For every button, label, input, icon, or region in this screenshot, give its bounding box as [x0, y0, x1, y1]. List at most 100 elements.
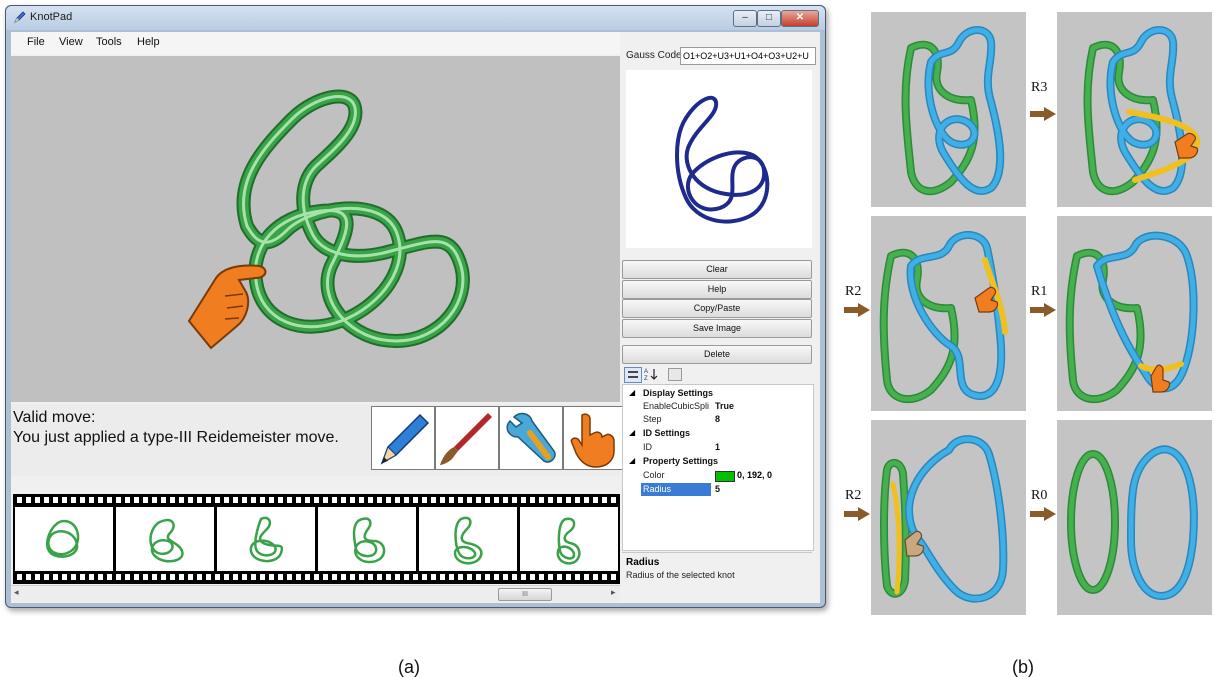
minimize-button[interactable]: –: [733, 10, 757, 27]
gauss-code-field[interactable]: O1+O2+U3+U1+O4+O3+U2+U: [680, 47, 816, 65]
sprocket-hole: [35, 497, 40, 503]
alphabetical-view-button[interactable]: AZ: [643, 367, 659, 382]
sprocket-hole: [557, 497, 562, 503]
sprocket-hole: [521, 574, 526, 580]
sprocket-hole: [314, 497, 319, 503]
property-name: Radius: [643, 484, 672, 494]
scroll-right-arrow[interactable]: ▸: [611, 587, 616, 598]
hand-tool-button[interactable]: [563, 406, 627, 470]
menu-file[interactable]: File: [27, 36, 45, 48]
pencil-tool-button[interactable]: [371, 406, 435, 470]
close-button[interactable]: ✕: [781, 10, 819, 27]
menu-tools[interactable]: Tools: [96, 36, 122, 48]
property-row-radius[interactable]: Radius 5: [623, 483, 813, 497]
sprocket-hole: [53, 497, 58, 503]
sprocket-hole: [575, 497, 580, 503]
categorized-view-button[interactable]: [624, 367, 642, 383]
category-label: Property Settings: [643, 456, 719, 466]
category-property-settings[interactable]: ◢ Property Settings: [623, 456, 813, 469]
sprocket-hole: [179, 574, 184, 580]
knot-state-6: [1067, 445, 1198, 600]
sprocket-hole: [431, 497, 436, 503]
scroll-left-arrow[interactable]: ◂: [14, 587, 19, 598]
sprocket-hole: [476, 497, 481, 503]
help-button[interactable]: Help: [622, 280, 812, 299]
category-id-settings[interactable]: ◢ ID Settings: [623, 428, 813, 441]
sprocket-hole: [332, 574, 337, 580]
save-image-button[interactable]: Save Image: [622, 319, 812, 338]
sprocket-hole: [53, 574, 58, 580]
sprocket-hole: [89, 497, 94, 503]
sprocket-hole: [548, 574, 553, 580]
caption-a: (a): [398, 657, 420, 677]
sprocket-hole: [44, 497, 49, 503]
property-pages-button[interactable]: [668, 368, 682, 381]
menu-help[interactable]: Help: [137, 36, 160, 48]
pencil-app-icon: [14, 11, 26, 23]
property-value[interactable]: 5: [715, 484, 720, 494]
category-display-settings[interactable]: ◢ Display Settings: [623, 388, 813, 401]
history-frame-6[interactable]: [520, 507, 618, 571]
color-swatch[interactable]: [715, 471, 735, 482]
brush-tool-button[interactable]: [435, 406, 499, 470]
property-row-color[interactable]: Color 0, 192, 0: [623, 470, 813, 483]
collapse-triangle-icon[interactable]: ◢: [629, 428, 635, 437]
sprocket-hole: [323, 497, 328, 503]
property-value[interactable]: 0, 192, 0: [737, 470, 772, 480]
sprocket-hole: [80, 574, 85, 580]
scroll-thumb[interactable]: III: [498, 588, 552, 601]
knot-thumbnail: [149, 518, 184, 563]
pencil-icon: [380, 413, 430, 465]
copy-paste-button[interactable]: Copy/Paste: [622, 299, 812, 318]
sprocket-hole: [566, 497, 571, 503]
maximize-button[interactable]: □: [757, 10, 781, 27]
property-value[interactable]: 1: [715, 442, 720, 452]
sprocket-hole: [71, 497, 76, 503]
svg-text:A: A: [644, 369, 648, 375]
caption-b: (b): [1012, 657, 1034, 677]
sprocket-hole: [467, 574, 472, 580]
sprocket-hole: [341, 574, 346, 580]
knot-canvas[interactable]: [11, 56, 620, 402]
title-bar[interactable]: KnotPad – □ ✕: [6, 6, 825, 30]
history-frame-3[interactable]: [217, 507, 315, 571]
sprocket-hole: [323, 574, 328, 580]
window-title: KnotPad: [30, 11, 73, 23]
property-grid: ◢ Display Settings EnableCubicSpli True …: [622, 384, 814, 551]
sprocket-hole: [152, 574, 157, 580]
category-label: ID Settings: [643, 428, 691, 438]
property-description: Radius Radius of the selected knot: [622, 552, 812, 601]
collapse-triangle-icon[interactable]: ◢: [629, 456, 635, 465]
sprocket-hole: [170, 497, 175, 503]
gauss-code-label: Gauss Code: [626, 50, 682, 61]
property-row-id[interactable]: ID 1: [623, 442, 813, 455]
horizontal-scrollbar[interactable]: ◂ III ▸: [11, 585, 620, 602]
sprocket-hole: [62, 574, 67, 580]
collapse-triangle-icon[interactable]: ◢: [629, 388, 635, 397]
knot-diagram: [675, 95, 770, 224]
history-frame-4[interactable]: [318, 507, 416, 571]
clear-button[interactable]: Clear: [622, 260, 812, 279]
sprocket-hole: [395, 574, 400, 580]
knot-state-1: [901, 26, 1005, 196]
sprocket-hole: [152, 497, 157, 503]
property-value[interactable]: True: [715, 401, 734, 411]
wrench-tool-button[interactable]: [499, 406, 563, 470]
sprocket-hole: [440, 497, 445, 503]
property-value[interactable]: 8: [715, 414, 720, 424]
description-text: Radius of the selected knot: [626, 570, 735, 580]
history-frame-2[interactable]: [116, 507, 214, 571]
sprocket-hole: [530, 497, 535, 503]
property-row-step[interactable]: Step 8: [623, 414, 813, 427]
category-label: Display Settings: [643, 388, 714, 398]
history-frame-5[interactable]: [419, 507, 517, 571]
property-row-enable-cubic-spline[interactable]: EnableCubicSpli True: [623, 401, 813, 414]
delete-button[interactable]: Delete: [622, 345, 812, 364]
knot-thumbnail: [46, 519, 80, 558]
sprocket-hole: [368, 497, 373, 503]
sprocket-hole: [602, 497, 607, 503]
history-frame-1[interactable]: [15, 507, 113, 571]
menu-view[interactable]: View: [59, 36, 83, 48]
sprocket-hole: [368, 574, 373, 580]
status-line-2: You just applied a type-III Reidemeister…: [13, 429, 339, 446]
